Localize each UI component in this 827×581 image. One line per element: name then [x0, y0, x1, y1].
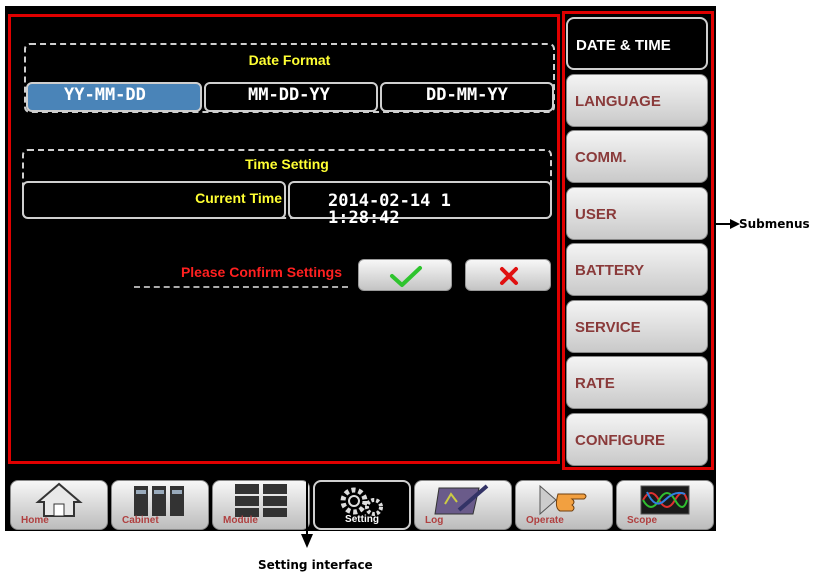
submenu-user[interactable]: USER: [566, 186, 708, 240]
submenu-service[interactable]: SERVICE: [566, 299, 708, 353]
checkmark-icon: [390, 266, 422, 287]
current-time-label: Current Time: [195, 190, 282, 206]
date-format-title: Date Format: [248, 52, 331, 68]
x-icon: [500, 267, 518, 285]
tab-setting[interactable]: Setting: [313, 480, 411, 530]
submenu-language[interactable]: LANGUAGE: [566, 73, 708, 127]
confirm-prompt: Please Confirm Settings: [134, 264, 348, 288]
tab-module[interactable]: Module: [212, 480, 310, 530]
tab-label: Cabinet: [122, 515, 159, 526]
submenu-configure[interactable]: CONFIGURE: [566, 412, 708, 466]
tab-scope[interactable]: Scope: [616, 480, 714, 530]
confirm-ok-button[interactable]: [358, 259, 452, 291]
tab-log[interactable]: Log: [414, 480, 512, 530]
submenu-rate[interactable]: RATE: [566, 356, 708, 409]
setting-interface-arrow: [301, 464, 313, 548]
date-format-option-dd-mm-yy[interactable]: DD-MM-YY: [380, 82, 554, 112]
tab-cabinet[interactable]: Cabinet: [111, 480, 209, 530]
submenu-comm[interactable]: COMM.: [566, 130, 708, 183]
current-time-value[interactable]: 2014-02-14 11:28:42: [288, 181, 552, 227]
date-format-option-yy-mm-dd[interactable]: YY-MM-DD: [26, 82, 202, 112]
tab-label: Log: [425, 515, 444, 526]
date-format-option-mm-dd-yy[interactable]: MM-DD-YY: [204, 82, 378, 112]
tab-label: Module: [223, 515, 258, 526]
tab-label: Scope: [627, 515, 658, 526]
time-setting-title: Time Setting: [245, 156, 329, 172]
submenu-battery[interactable]: BATTERY: [566, 243, 708, 296]
confirm-cancel-button[interactable]: [465, 259, 551, 291]
tab-label: Setting: [345, 514, 379, 525]
setting-interface-annotation: Setting interface: [258, 558, 373, 572]
submenu-date-time[interactable]: DATE & TIME: [566, 17, 708, 70]
tab-operate[interactable]: Operate: [515, 480, 613, 530]
tab-home[interactable]: Home: [10, 480, 108, 530]
tab-label: Home: [21, 515, 49, 526]
submenus-annotation: Submenus: [739, 217, 810, 231]
submenus-arrow: [716, 219, 740, 229]
tab-label: Operate: [526, 515, 564, 526]
